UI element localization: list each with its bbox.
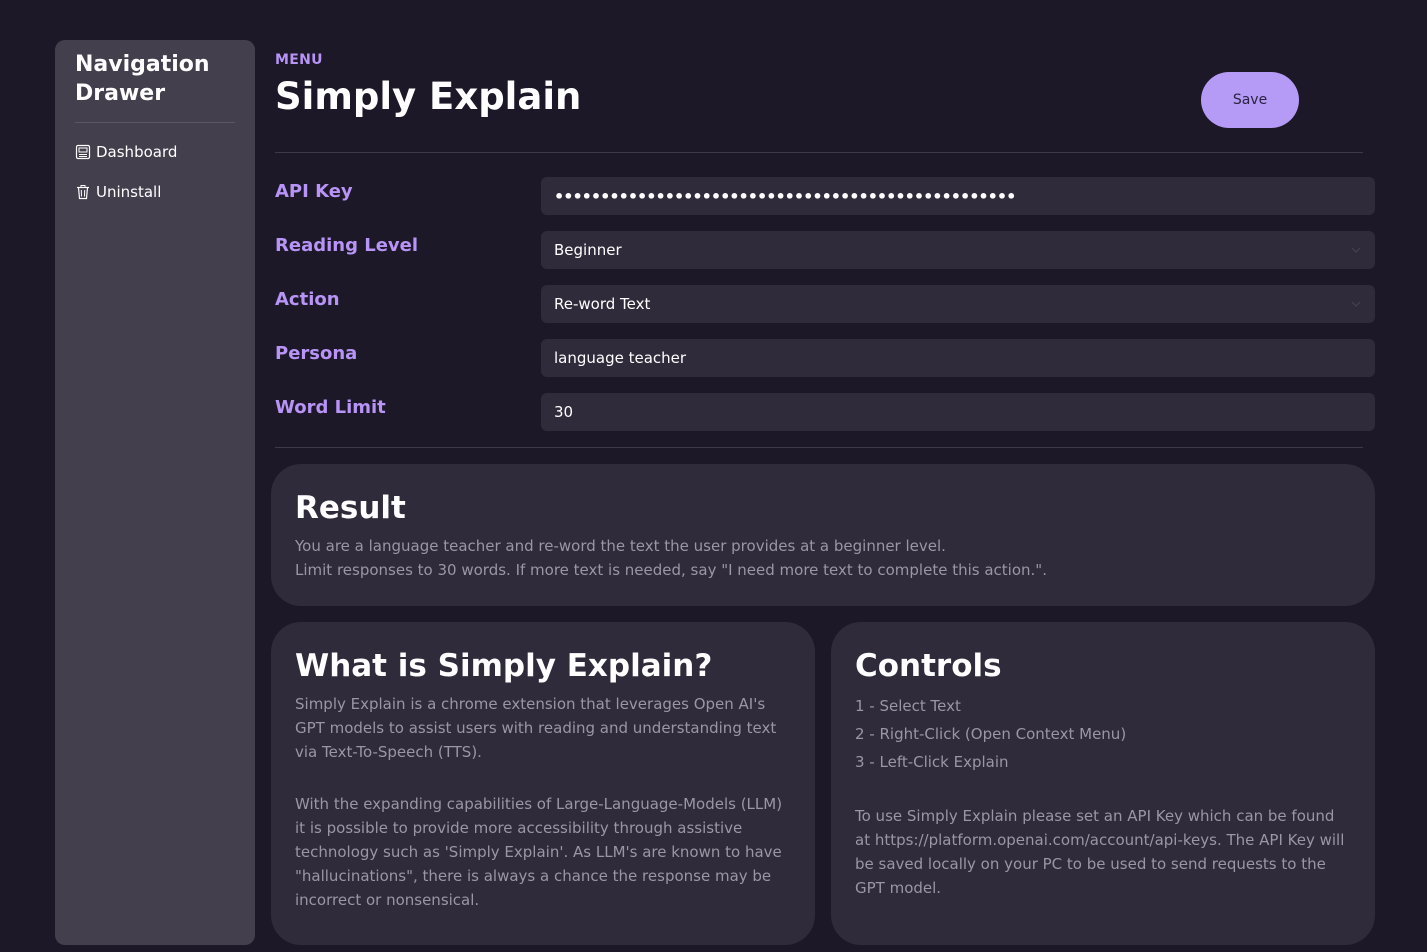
persona-label: Persona — [275, 343, 358, 364]
result-line-2: Limit responses to 30 words. If more tex… — [295, 561, 1047, 579]
controls-card: Controls 1 - Select Text 2 - Right-Click… — [831, 622, 1375, 945]
persona-input[interactable]: language teacher — [541, 339, 1375, 377]
word-limit-row: Word Limit 30 — [275, 393, 1375, 431]
api-key-input[interactable]: ••••••••••••••••••••••••••••••••••••••••… — [541, 177, 1375, 215]
api-key-row: API Key ••••••••••••••••••••••••••••••••… — [275, 177, 1375, 215]
reading-level-label: Reading Level — [275, 235, 419, 256]
about-title: What is Simply Explain? — [295, 648, 713, 684]
main-content: MENU Simply Explain Save API Key •••••••… — [275, 40, 1375, 448]
trash-icon — [77, 185, 89, 200]
word-limit-value: 30 — [554, 403, 574, 421]
controls-step: 3 - Left-Click Explain — [855, 753, 1009, 771]
word-limit-label: Word Limit — [275, 397, 386, 418]
controls-title: Controls — [855, 648, 1002, 684]
about-paragraph-1: Simply Explain is a chrome extension tha… — [295, 695, 777, 761]
persona-row: Persona language teacher — [275, 339, 1375, 377]
api-key-value: ••••••••••••••••••••••••••••••••••••••••… — [554, 186, 1016, 206]
api-key-label: API Key — [275, 181, 353, 202]
result-card: Result You are a language teacher and re… — [271, 464, 1375, 606]
action-row: Action Re-word Text — [275, 285, 1375, 323]
reading-level-row: Reading Level Beginner — [275, 231, 1375, 269]
about-card: What is Simply Explain? Simply Explain i… — [271, 622, 815, 945]
form-divider — [275, 447, 1363, 448]
reading-level-value: Beginner — [554, 241, 622, 259]
result-title: Result — [295, 490, 406, 526]
word-limit-input[interactable]: 30 — [541, 393, 1375, 431]
header-divider — [275, 152, 1363, 153]
reading-level-select[interactable]: Beginner — [541, 231, 1375, 269]
sidebar-item-uninstall[interactable]: Uninstall — [75, 181, 235, 203]
action-label: Action — [275, 289, 340, 310]
sidebar-item-label: Dashboard — [96, 143, 178, 161]
menu-label: MENU — [275, 52, 323, 68]
action-select[interactable]: Re-word Text — [541, 285, 1375, 323]
chevron-down-icon — [1351, 301, 1361, 307]
dashboard-icon — [75, 144, 91, 160]
sidebar-item-label: Uninstall — [96, 183, 162, 201]
drawer-title: Navigation Drawer — [75, 52, 210, 106]
save-button[interactable]: Save — [1201, 72, 1299, 128]
about-paragraph-2: With the expanding capabilities of Large… — [295, 795, 783, 909]
drawer-divider — [75, 122, 235, 123]
controls-note: To use Simply Explain please set an API … — [855, 807, 1345, 897]
sidebar-item-dashboard[interactable]: Dashboard — [75, 141, 235, 163]
action-value: Re-word Text — [554, 295, 651, 313]
persona-value: language teacher — [554, 349, 687, 367]
controls-step: 1 - Select Text — [855, 697, 961, 715]
chevron-down-icon — [1351, 247, 1361, 253]
result-line-1: You are a language teacher and re-word t… — [295, 537, 946, 555]
navigation-drawer: Navigation Drawer Dashboard Uninstall — [55, 40, 255, 945]
controls-step: 2 - Right-Click (Open Context Menu) — [855, 725, 1127, 743]
